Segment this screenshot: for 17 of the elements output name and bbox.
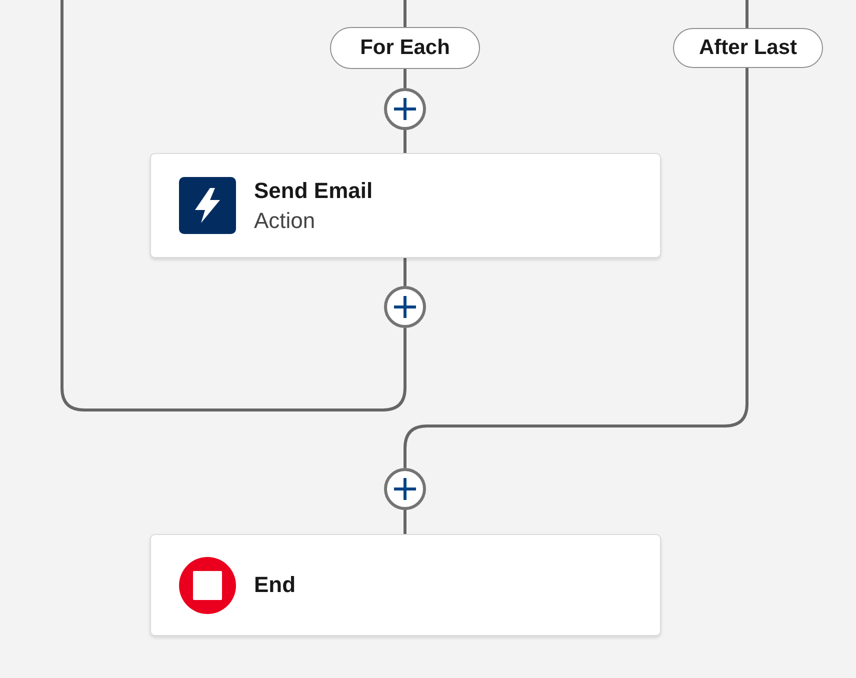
node-card[interactable]: Send Email Action xyxy=(150,153,661,258)
node-title: End xyxy=(254,572,296,598)
plus-icon xyxy=(393,477,417,501)
add-button[interactable] xyxy=(384,468,426,510)
stop-icon xyxy=(179,556,236,614)
node-type-label: Action xyxy=(254,208,316,234)
plus-icon xyxy=(393,97,417,121)
plus-icon xyxy=(393,295,417,319)
node-card[interactable]: End xyxy=(150,534,661,636)
branch-label: For Each xyxy=(330,27,480,69)
connector-line xyxy=(746,0,748,28)
branch-label: After Last xyxy=(673,28,823,68)
node-title: Send Email xyxy=(254,178,373,204)
add-button[interactable] xyxy=(384,88,426,130)
lightning-icon xyxy=(179,177,236,234)
connector-line xyxy=(404,510,406,534)
add-button[interactable] xyxy=(384,286,426,328)
